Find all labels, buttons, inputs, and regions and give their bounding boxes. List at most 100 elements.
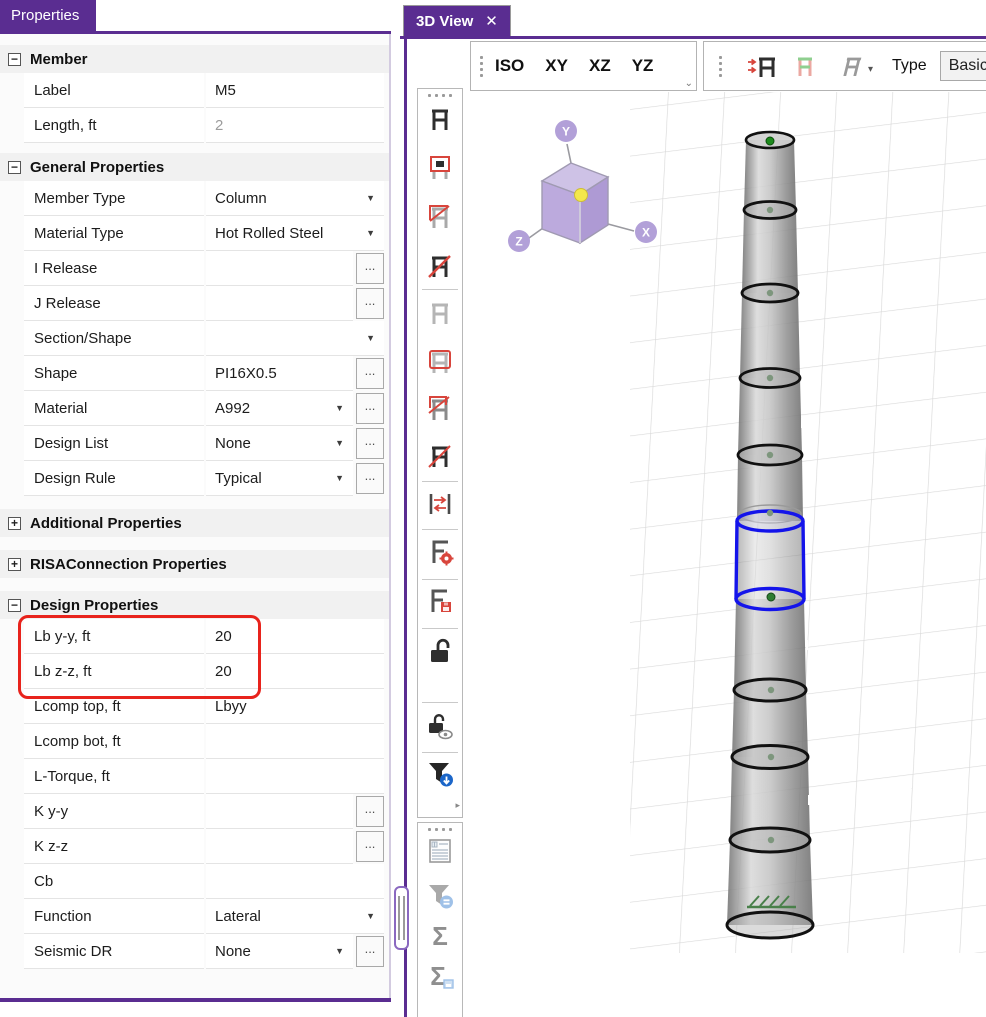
- view-iso-button[interactable]: ISO: [495, 56, 524, 76]
- chevron-down-icon[interactable]: ▼: [335, 438, 344, 448]
- property-dropdown[interactable]: Hot Rolled Steel▼: [206, 216, 384, 251]
- toolbar-grip-handle[interactable]: [480, 56, 483, 77]
- chevron-down-icon[interactable]: ▼: [366, 333, 375, 343]
- unselect-member-icon[interactable]: [425, 441, 455, 471]
- node[interactable]: [768, 754, 774, 760]
- node-top[interactable]: [766, 137, 774, 145]
- tab-properties[interactable]: Properties: [0, 0, 96, 31]
- property-value-field[interactable]: [206, 864, 384, 899]
- property-value-field[interactable]: [206, 724, 384, 759]
- member-style-dropdown-icon[interactable]: ▾: [833, 51, 873, 81]
- ellipsis-button[interactable]: ...: [356, 393, 384, 424]
- property-value-field[interactable]: M5: [206, 73, 384, 108]
- property-value-field[interactable]: [206, 286, 353, 321]
- viewport-3d[interactable]: Y X Z: [466, 92, 986, 1017]
- section-header-risaconnection[interactable]: + RISAConnection Properties: [0, 550, 389, 578]
- chevron-down-icon[interactable]: ▼: [335, 473, 344, 483]
- toolbar-grip-handle[interactable]: [719, 56, 722, 77]
- property-dropdown[interactable]: None▼: [206, 426, 353, 461]
- type-combobox[interactable]: Basic: [940, 51, 986, 81]
- model-settings-icon[interactable]: [425, 537, 455, 567]
- property-value-field[interactable]: PI16X0.5: [206, 356, 353, 391]
- report-icon[interactable]: I: [425, 836, 455, 866]
- property-value-field[interactable]: [206, 829, 353, 864]
- draw-wall-panel-icon[interactable]: [425, 202, 455, 232]
- save-view-icon[interactable]: [425, 586, 455, 616]
- toolbar-expand-icon[interactable]: ▸: [455, 801, 460, 810]
- tab-3d-view[interactable]: 3D View ✕: [403, 5, 511, 36]
- ellipsis-button[interactable]: ...: [356, 428, 384, 459]
- select-member-icon[interactable]: [425, 298, 455, 328]
- member-detail-render-icon[interactable]: [747, 51, 777, 81]
- property-dropdown[interactable]: A992▼: [206, 391, 353, 426]
- chevron-down-icon[interactable]: ▼: [366, 193, 375, 203]
- property-value-field[interactable]: Lbyy: [206, 689, 384, 724]
- collapse-icon[interactable]: −: [8, 599, 21, 612]
- view-yz-button[interactable]: YZ: [632, 56, 654, 76]
- node[interactable]: [768, 687, 774, 693]
- property-dropdown[interactable]: None▼: [206, 934, 353, 969]
- property-dropdown[interactable]: ▼: [206, 321, 384, 356]
- delete-member-icon[interactable]: [425, 251, 455, 281]
- member-segment[interactable]: [740, 293, 800, 378]
- property-dropdown[interactable]: Lateral▼: [206, 899, 384, 934]
- ellipsis-button[interactable]: ...: [356, 358, 384, 389]
- origin-node[interactable]: [575, 189, 588, 202]
- ellipsis-button[interactable]: ...: [356, 463, 384, 494]
- toolbar-grip-handle[interactable]: [418, 89, 462, 97]
- sum-results-icon[interactable]: Σ: [425, 921, 455, 951]
- node[interactable]: [767, 207, 773, 213]
- property-value-field[interactable]: [206, 794, 353, 829]
- property-value-field[interactable]: [206, 251, 353, 286]
- node[interactable]: [767, 510, 773, 516]
- toolbar-grip-handle[interactable]: [418, 823, 462, 831]
- node[interactable]: [767, 375, 773, 381]
- member-segment[interactable]: [738, 378, 802, 455]
- collapse-icon[interactable]: −: [8, 53, 21, 66]
- toolbar-overflow-icon[interactable]: ⌄: [685, 79, 693, 89]
- extend-members-icon[interactable]: [425, 489, 455, 519]
- draw-plate-icon[interactable]: [425, 153, 455, 183]
- node-selected[interactable]: [767, 593, 775, 601]
- ellipsis-button[interactable]: ...: [356, 831, 384, 862]
- view-xz-button[interactable]: XZ: [589, 56, 611, 76]
- collapse-icon[interactable]: −: [8, 161, 21, 174]
- member-segment[interactable]: [734, 599, 806, 690]
- chevron-down-icon[interactable]: ▼: [366, 911, 375, 921]
- member-color-render-icon[interactable]: [790, 51, 820, 81]
- section-header-general[interactable]: − General Properties: [0, 153, 389, 181]
- modify-wall-panel-icon[interactable]: [425, 394, 455, 424]
- unlock-unselected-icon[interactable]: [425, 711, 455, 741]
- node[interactable]: [767, 290, 773, 296]
- select-plate-icon[interactable]: [425, 347, 455, 377]
- chevron-down-icon[interactable]: ▼: [335, 403, 344, 413]
- section-header-additional[interactable]: + Additional Properties: [0, 509, 389, 537]
- node[interactable]: [767, 452, 773, 458]
- chevron-down-icon[interactable]: ▼: [366, 228, 375, 238]
- section-header-member[interactable]: − Member: [0, 45, 389, 73]
- expand-icon[interactable]: +: [8, 558, 21, 571]
- section-header-design[interactable]: − Design Properties: [0, 591, 389, 619]
- view-xy-button[interactable]: XY: [545, 56, 568, 76]
- property-dropdown[interactable]: Typical▼: [206, 461, 353, 496]
- property-value-field[interactable]: [206, 759, 384, 794]
- ellipsis-button[interactable]: ...: [356, 288, 384, 319]
- sum-save-icon[interactable]: Σ: [425, 961, 455, 991]
- unlock-icon[interactable]: [425, 636, 455, 666]
- viewport-canvas[interactable]: Y X Z: [466, 92, 986, 1017]
- property-value-field[interactable]: 20: [206, 654, 384, 689]
- panel-splitter-handle[interactable]: [394, 886, 409, 950]
- filter-results-icon[interactable]: [425, 881, 455, 911]
- ellipsis-button[interactable]: ...: [356, 253, 384, 284]
- ellipsis-button[interactable]: ...: [356, 796, 384, 827]
- draw-member-icon[interactable]: [425, 104, 455, 134]
- property-value-field[interactable]: 20: [206, 619, 384, 654]
- member-segment[interactable]: [744, 140, 796, 210]
- close-icon[interactable]: ✕: [485, 12, 498, 30]
- ellipsis-button[interactable]: ...: [356, 936, 384, 967]
- member-segment[interactable]: [742, 210, 798, 293]
- property-dropdown[interactable]: Column▼: [206, 181, 384, 216]
- node[interactable]: [768, 837, 774, 843]
- expand-icon[interactable]: +: [8, 517, 21, 530]
- chevron-down-icon[interactable]: ▼: [335, 946, 344, 956]
